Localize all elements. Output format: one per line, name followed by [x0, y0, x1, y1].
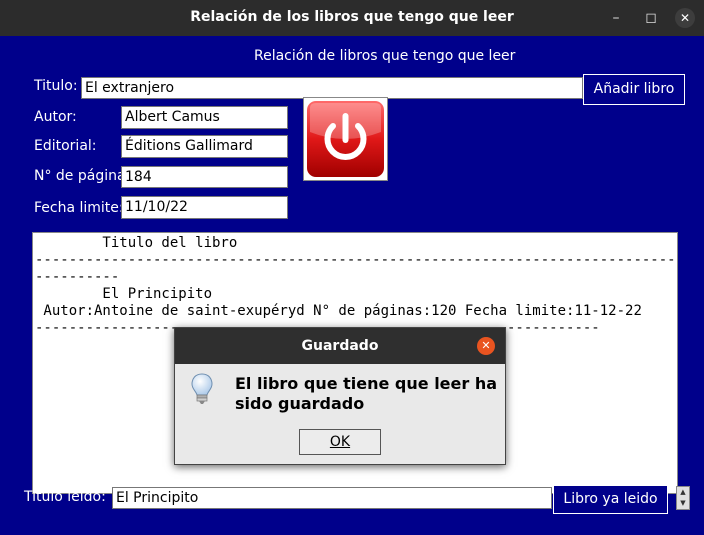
list-book-title: El Principito: [35, 286, 213, 302]
read-book-button[interactable]: Libro ya leido: [553, 485, 668, 514]
titulo-input[interactable]: El extranjero: [81, 77, 583, 99]
dialog-titlebar: Guardado ✕: [175, 328, 505, 364]
power-icon: [307, 101, 384, 177]
editorial-label: Editorial:: [34, 138, 97, 154]
fecha-label: Fecha limite:: [34, 200, 124, 216]
autor-label: Autor:: [34, 109, 77, 125]
window-titlebar: Relación de los libros que tengo que lee…: [0, 0, 704, 36]
minimize-icon[interactable]: –: [606, 8, 626, 28]
dialog-title: Guardado: [301, 338, 379, 354]
page-title: Relación de libros que tengo que leer: [254, 48, 516, 64]
lightbulb-icon: [191, 373, 213, 404]
saved-dialog: Guardado ✕ El libro que tiene que leer h…: [174, 327, 506, 465]
titulo-leido-label: Titulo leido:: [24, 489, 106, 505]
maximize-icon[interactable]: ◻: [641, 8, 661, 28]
list-book-details: Autor:Antoine de saint-exupéryd N° de pá…: [35, 303, 642, 319]
paginas-label: N° de páginas: [34, 168, 124, 184]
ok-button[interactable]: OK: [299, 429, 381, 455]
list-separator-wrap: ----------: [35, 269, 120, 285]
list-header: Titulo del libro: [35, 235, 238, 251]
titulo-label: Titulo:: [34, 78, 78, 94]
fecha-input[interactable]: 11/10/22: [121, 196, 288, 219]
autor-input[interactable]: Albert Camus: [121, 106, 288, 129]
titulo-leido-input[interactable]: El Principito: [112, 487, 552, 509]
editorial-input[interactable]: Éditions Gallimard: [121, 135, 288, 158]
scroll-spinner[interactable]: ▲ ▼: [676, 486, 690, 510]
window-title: Relación de los libros que tengo que lee…: [190, 9, 514, 25]
dialog-message: El libro que tiene que leer ha sido guar…: [235, 374, 498, 413]
power-button[interactable]: [303, 97, 388, 181]
close-icon[interactable]: ✕: [675, 8, 695, 28]
list-separator: ----------------------------------------…: [35, 252, 678, 268]
paginas-input[interactable]: 184: [121, 166, 288, 188]
dialog-close-icon[interactable]: ✕: [477, 337, 495, 355]
add-book-button[interactable]: Añadir libro: [583, 74, 685, 105]
